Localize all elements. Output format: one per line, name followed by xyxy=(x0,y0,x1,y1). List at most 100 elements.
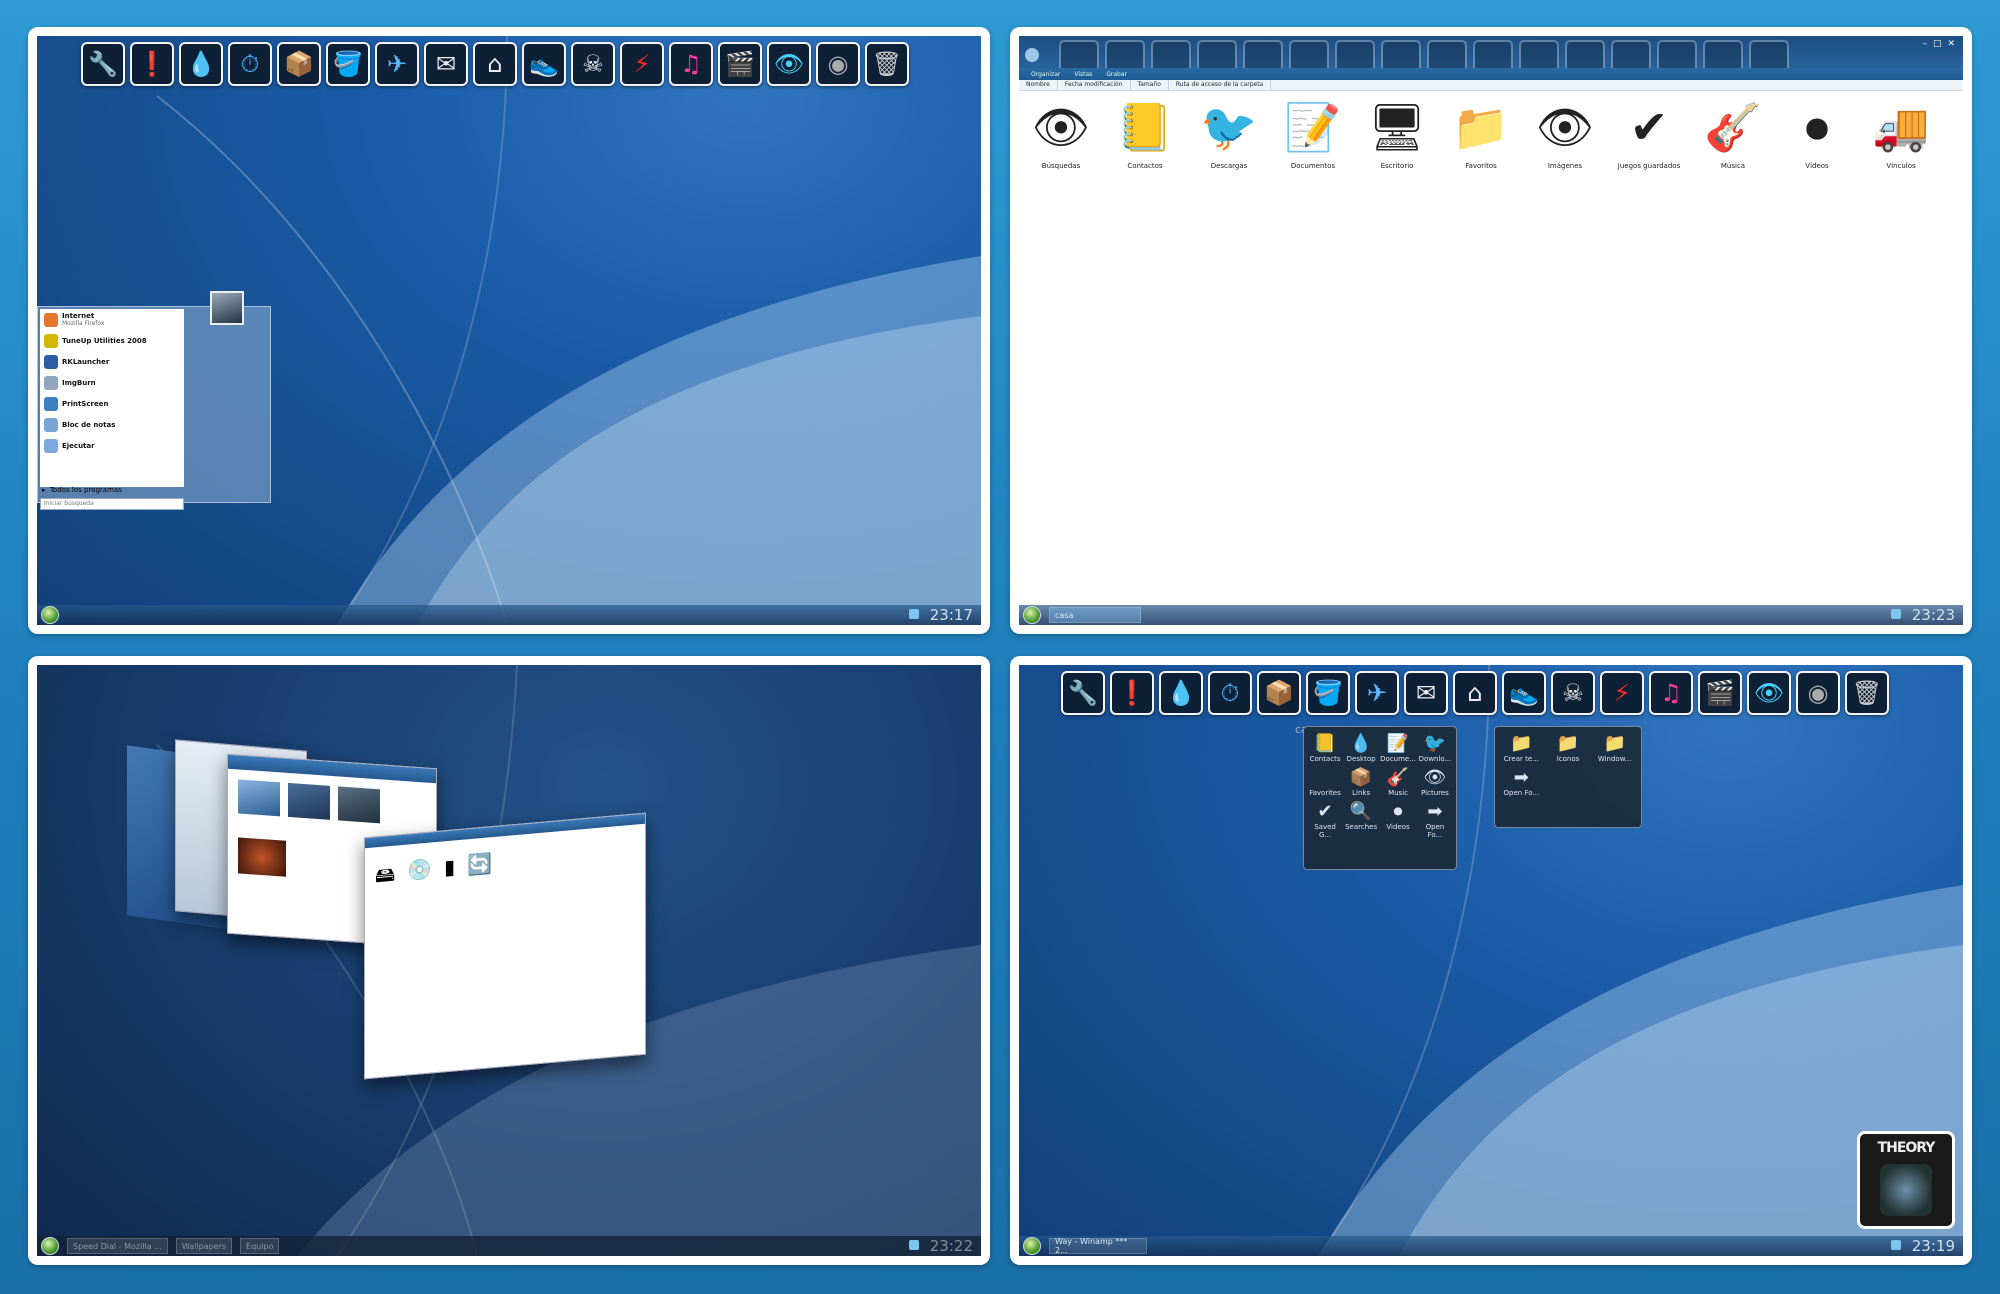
start-menu-item[interactable]: PrintScreen xyxy=(40,393,184,414)
flip3d-window-computer[interactable]: 🖴 💿 ▮ 🔄 xyxy=(364,812,646,1080)
stack-item[interactable]: ✔ Saved G... xyxy=(1308,801,1342,839)
user-picture[interactable] xyxy=(210,291,244,325)
column-header[interactable]: Tamaño xyxy=(1131,80,1169,90)
trash-icon[interactable]: 🗑 xyxy=(865,42,909,86)
stack-item[interactable]: 📝 Docume... xyxy=(1380,733,1416,763)
start-orb-button[interactable] xyxy=(41,1237,59,1255)
runner-shoe-icon[interactable]: 👟 xyxy=(522,42,566,86)
home-icon[interactable]: ⌂ xyxy=(1453,671,1497,715)
disc-icon[interactable]: 💿 xyxy=(407,856,432,892)
clock-icon[interactable]: ⏱ xyxy=(228,42,272,86)
stack-item[interactable]: 🐦 Downlo... xyxy=(1418,733,1452,763)
skull-icon[interactable]: ☠ xyxy=(571,42,615,86)
maximize-icon[interactable]: □ xyxy=(1933,39,1942,49)
folder-item[interactable]: 👁 Imágenes xyxy=(1531,96,1599,170)
camera-lens-icon[interactable]: ◉ xyxy=(816,42,860,86)
drop-icon[interactable]: 💧 xyxy=(1159,671,1203,715)
home-icon[interactable]: ⌂ xyxy=(473,42,517,86)
start-orb-button[interactable] xyxy=(41,606,59,624)
lightning-icon[interactable]: ⚡ xyxy=(1600,671,1644,715)
folder-item[interactable]: ⏺ Vídeos xyxy=(1783,96,1851,170)
taskbar-clock[interactable]: 23:22 xyxy=(930,1237,973,1255)
start-menu-item[interactable]: TuneUp Utilities 2008 xyxy=(40,330,184,351)
taskbar-item[interactable]: Equipo xyxy=(240,1238,280,1254)
tray-icon[interactable] xyxy=(1891,1240,1901,1250)
taskbar-item[interactable]: Way - Winamp *** 2... xyxy=(1049,1237,1147,1255)
memory-card-icon[interactable]: ▮ xyxy=(444,854,455,889)
music-note-icon[interactable]: ♫ xyxy=(1649,671,1693,715)
taskbar-item[interactable]: Speed Dial - Mozilla ... xyxy=(67,1238,168,1254)
box-icon[interactable]: 📦 xyxy=(277,42,321,86)
folder-item[interactable]: 📁 Favoritos xyxy=(1447,96,1515,170)
eye-icon[interactable]: 👁 xyxy=(767,42,811,86)
stack-item[interactable]: 🔍 Searches xyxy=(1344,801,1378,839)
wrench-icon[interactable]: 🔧 xyxy=(1061,671,1105,715)
box-icon[interactable]: 📦 xyxy=(1257,671,1301,715)
column-header[interactable]: Nombre xyxy=(1019,80,1058,90)
sync-drive-icon[interactable]: 🔄 xyxy=(467,851,492,887)
toolbar-button[interactable]: Grabar xyxy=(1106,71,1127,78)
start-menu-item[interactable]: RKLauncher xyxy=(40,351,184,372)
folder-item[interactable]: 👁 Búsquedas xyxy=(1027,96,1095,170)
start-menu-item[interactable]: Internet Mozilla Firefox xyxy=(40,309,184,330)
airplane-icon[interactable]: ✈ xyxy=(1355,671,1399,715)
close-icon[interactable]: ✕ xyxy=(1947,39,1955,49)
folder-item[interactable]: 🚚 Vínculos xyxy=(1867,96,1935,170)
trash-icon[interactable]: 🗑 xyxy=(1845,671,1889,715)
folder-item[interactable]: 🖥 Escritorio xyxy=(1363,96,1431,170)
paint-bucket-icon[interactable]: 🪣 xyxy=(1306,671,1350,715)
album-art-widget[interactable]: THEORY xyxy=(1857,1131,1955,1229)
stack-item[interactable]: ⏺ Videos xyxy=(1380,801,1416,839)
tray-icon[interactable] xyxy=(1891,609,1901,619)
camera-lens-icon[interactable]: ◉ xyxy=(1796,671,1840,715)
column-header[interactable]: Fecha modificación xyxy=(1058,80,1131,90)
tray-icon[interactable] xyxy=(909,609,919,619)
start-menu-item[interactable]: ImgBurn xyxy=(40,372,184,393)
stack-item[interactable]: ➡ Open Fo... xyxy=(1418,801,1452,839)
stack-item[interactable]: 📁 Crear te... xyxy=(1499,733,1544,763)
back-button[interactable] xyxy=(1025,48,1039,62)
eye-icon[interactable]: 👁 xyxy=(1747,671,1791,715)
stack-item[interactable]: 📁 Window... xyxy=(1592,733,1637,763)
toolbar-button[interactable]: Vistas xyxy=(1074,71,1092,78)
folder-item[interactable]: 📒 Contactos xyxy=(1111,96,1179,170)
taskbar-item[interactable]: Wallpapers xyxy=(175,1238,233,1254)
taskbar-clock[interactable]: 23:17 xyxy=(930,606,973,624)
minimize-icon[interactable]: – xyxy=(1922,39,1927,49)
start-orb-button[interactable] xyxy=(1023,606,1041,624)
start-orb-button[interactable] xyxy=(1023,1237,1041,1255)
airplane-icon[interactable]: ✈ xyxy=(375,42,419,86)
start-search-input[interactable]: Iniciar búsqueda xyxy=(40,498,184,510)
folder-item[interactable]: ✔ Juegos guardados xyxy=(1615,96,1683,170)
stack-item[interactable]: Favorites xyxy=(1308,767,1342,797)
mail-icon[interactable]: ✉ xyxy=(424,42,468,86)
clapperboard-icon[interactable]: 🎬 xyxy=(718,42,762,86)
column-header[interactable]: Ruta de acceso de la carpeta xyxy=(1169,80,1272,90)
hard-drive-icon[interactable]: 🖴 xyxy=(375,860,395,896)
runner-shoe-icon[interactable]: 👟 xyxy=(1502,671,1546,715)
lightning-icon[interactable]: ⚡ xyxy=(620,42,664,86)
taskbar-clock[interactable]: 23:23 xyxy=(1912,606,1955,624)
tray-icon[interactable] xyxy=(909,1240,919,1250)
mail-icon[interactable]: ✉ xyxy=(1404,671,1448,715)
paint-bucket-icon[interactable]: 🪣 xyxy=(326,42,370,86)
speech-bubble-icon[interactable]: ❗ xyxy=(1110,671,1154,715)
drop-icon[interactable]: 💧 xyxy=(179,42,223,86)
all-programs-link[interactable]: ▸ Todos los programas xyxy=(42,486,122,494)
stack-item[interactable]: 💧 Desktop xyxy=(1344,733,1378,763)
start-menu-item[interactable]: Ejecutar xyxy=(40,435,184,456)
skull-icon[interactable]: ☠ xyxy=(1551,671,1595,715)
folder-item[interactable]: 🐦 Descargas xyxy=(1195,96,1263,170)
taskbar-item[interactable]: casa xyxy=(1049,607,1141,623)
clock-icon[interactable]: ⏱ xyxy=(1208,671,1252,715)
stack-item[interactable]: 📁 Iconos xyxy=(1546,733,1591,763)
stack-item[interactable]: 📒 Contacts xyxy=(1308,733,1342,763)
toolbar-button[interactable]: Organizar xyxy=(1031,71,1060,78)
stack-item[interactable]: ➡ Open Fo... xyxy=(1499,767,1544,797)
taskbar-clock[interactable]: 23:19 xyxy=(1912,1237,1955,1255)
stack-item[interactable]: 📦 Links xyxy=(1344,767,1378,797)
music-note-icon[interactable]: ♫ xyxy=(669,42,713,86)
start-menu-item[interactable]: Bloc de notas xyxy=(40,414,184,435)
speech-bubble-icon[interactable]: ❗ xyxy=(130,42,174,86)
stack-item[interactable]: 👁 Pictures xyxy=(1418,767,1452,797)
